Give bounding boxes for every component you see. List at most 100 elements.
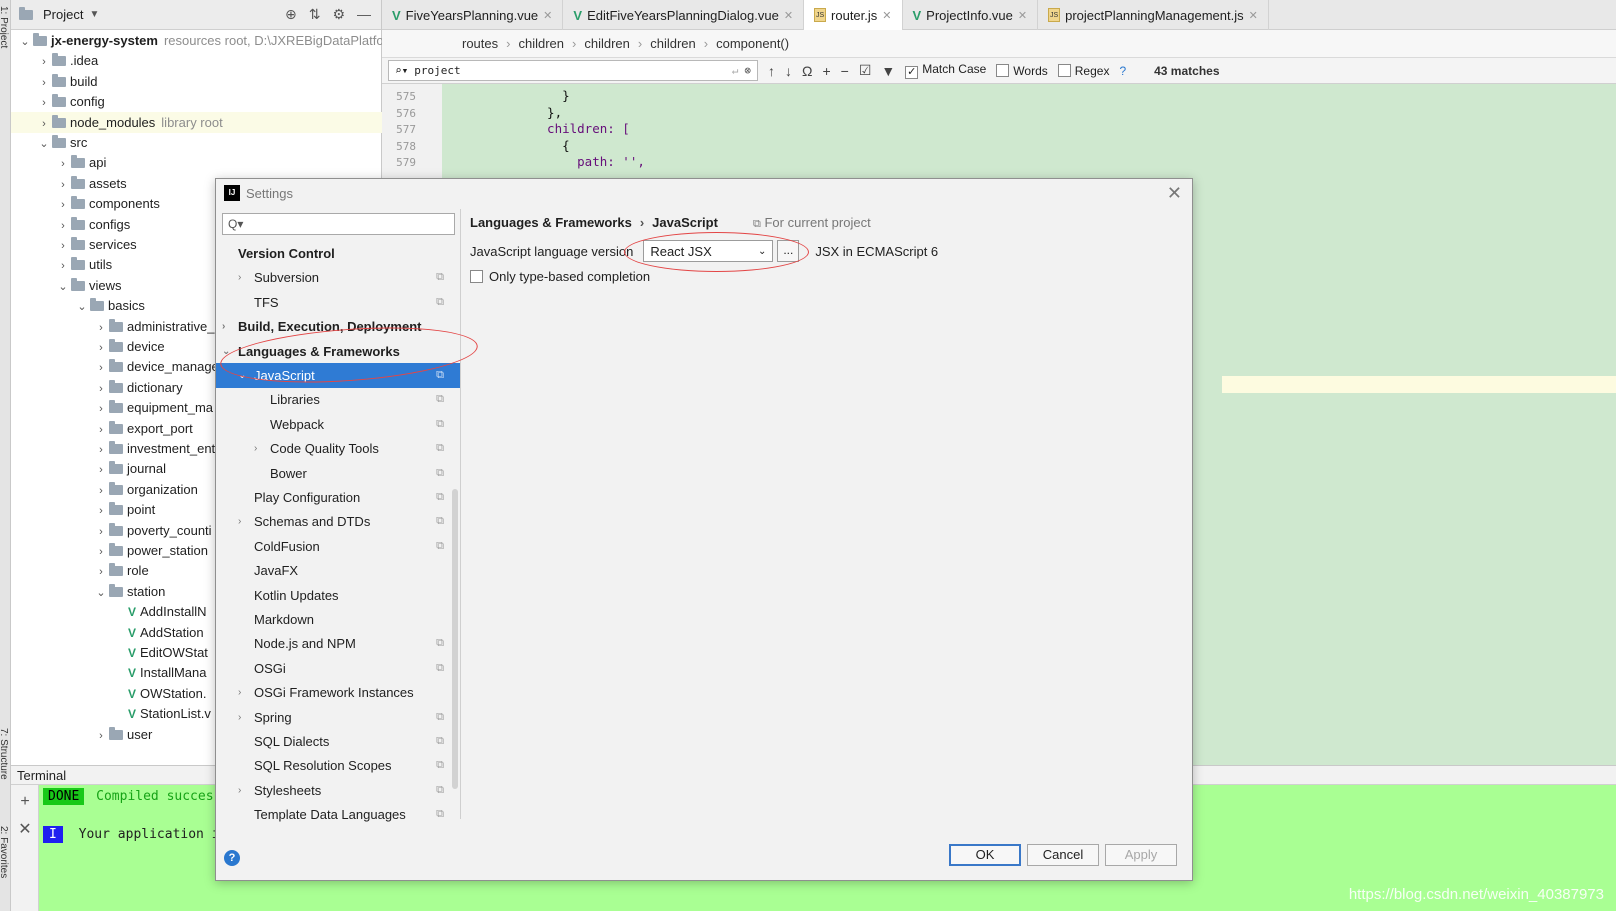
- code-line[interactable]: 578 {: [382, 137, 570, 154]
- clear-icon[interactable]: ⊗: [744, 64, 751, 77]
- code-line[interactable]: 575 }: [382, 87, 570, 104]
- previous-match-icon[interactable]: ↑: [768, 63, 775, 79]
- breadcrumb-item[interactable]: routes: [462, 36, 498, 51]
- settings-nav-item[interactable]: SQL Resolution Scopes ⧉: [216, 753, 460, 778]
- settings-nav-item[interactable]: › OSGi Framework Instances: [216, 680, 460, 705]
- language-version-select[interactable]: React JSX ⌄: [643, 240, 774, 262]
- settings-nav-item[interactable]: Bower ⧉: [216, 461, 460, 486]
- cancel-button[interactable]: Cancel: [1027, 844, 1099, 866]
- settings-nav-item[interactable]: › Build, Execution, Deployment: [216, 314, 460, 339]
- chevron-down-icon[interactable]: ⌄: [238, 363, 246, 388]
- add-selection-icon[interactable]: +: [822, 63, 830, 79]
- tree-item[interactable]: › config: [11, 91, 382, 112]
- chevron-right-icon[interactable]: ›: [238, 705, 241, 730]
- words-option[interactable]: Words: [996, 63, 1048, 78]
- breadcrumb-item[interactable]: children: [584, 36, 630, 51]
- chevron-right-icon[interactable]: ›: [93, 726, 109, 747]
- settings-nav-item[interactable]: Play Configuration ⧉: [216, 485, 460, 510]
- close-tab-icon[interactable]: ✕: [784, 9, 793, 22]
- settings-nav-item[interactable]: Webpack ⧉: [216, 412, 460, 437]
- close-icon[interactable]: ✕: [1167, 183, 1182, 204]
- settings-nav-item[interactable]: › Stylesheets ⧉: [216, 778, 460, 803]
- nav-scrollbar[interactable]: [452, 489, 458, 789]
- editor-tab[interactable]: V ProjectInfo.vue ✕: [903, 0, 1039, 30]
- match-case-checkbox[interactable]: ✓: [905, 66, 919, 79]
- regex-option[interactable]: Regex: [1057, 63, 1109, 78]
- remove-selection-icon[interactable]: −: [841, 63, 849, 79]
- more-options-button[interactable]: ...: [777, 240, 800, 262]
- settings-nav-item[interactable]: JavaFX: [216, 558, 460, 583]
- project-tool-label[interactable]: 1: Project: [0, 6, 9, 48]
- match-case-option[interactable]: ✓ Match Case: [905, 62, 986, 79]
- settings-nav-item[interactable]: TFS ⧉: [216, 290, 460, 315]
- select-all-icon[interactable]: ☑: [859, 62, 872, 79]
- filter-icon[interactable]: ▼: [881, 63, 895, 79]
- tree-item[interactable]: › api: [11, 152, 382, 173]
- settings-nav-item[interactable]: › Spring ⧉: [216, 705, 460, 730]
- tree-item[interactable]: › build: [11, 71, 382, 92]
- settings-nav-item[interactable]: Markdown: [216, 607, 460, 632]
- chevron-down-icon[interactable]: ⌄: [222, 339, 230, 364]
- tree-item[interactable]: › node_modules library root: [11, 111, 382, 133]
- next-match-icon[interactable]: ↓: [785, 63, 792, 79]
- favorites-tool-label[interactable]: 2: Favorites: [0, 826, 9, 878]
- close-tab-icon[interactable]: ✕: [882, 9, 891, 22]
- chevron-right-icon[interactable]: ›: [238, 265, 241, 290]
- tree-item[interactable]: › .idea: [11, 50, 382, 71]
- code-line[interactable]: 577 children: [: [382, 120, 630, 137]
- locate-icon[interactable]: ⊕: [285, 6, 297, 23]
- close-tab-icon[interactable]: ✕: [1018, 9, 1027, 22]
- structure-tool-label[interactable]: 7: Structure: [0, 728, 9, 780]
- regex-checkbox[interactable]: [1057, 63, 1071, 77]
- editor-tab[interactable]: JS projectPlanningManagement.js ✕: [1038, 0, 1269, 30]
- chevron-down-icon[interactable]: ▼: [89, 9, 99, 20]
- search-icon[interactable]: ⌕▾: [395, 64, 408, 77]
- chevron-right-icon[interactable]: ›: [238, 680, 241, 705]
- code-line[interactable]: 579 path: '',: [382, 153, 645, 170]
- apply-button[interactable]: Apply: [1105, 844, 1177, 866]
- find-all-icon[interactable]: Ω: [802, 63, 812, 79]
- settings-nav-item[interactable]: ColdFusion ⧉: [216, 534, 460, 559]
- chevron-right-icon[interactable]: ›: [254, 436, 257, 461]
- breadcrumb-item[interactable]: children: [650, 36, 696, 51]
- find-input[interactable]: ⌕▾ project ↵ ⊗: [388, 60, 758, 81]
- settings-nav-item[interactable]: › Code Quality Tools ⧉: [216, 436, 460, 461]
- editor-tab[interactable]: V FiveYearsPlanning.vue ✕: [382, 0, 564, 30]
- settings-nav-item[interactable]: Node.js and NPM ⧉: [216, 631, 460, 656]
- type-based-completion-option[interactable]: Only type-based completion: [470, 269, 650, 284]
- breadcrumb-item[interactable]: component(): [716, 36, 789, 51]
- minimize-icon[interactable]: —: [357, 6, 371, 23]
- project-view-selector[interactable]: Project: [43, 7, 83, 22]
- collapse-icon[interactable]: ⇅: [309, 6, 321, 23]
- settings-nav-item[interactable]: Kotlin Updates: [216, 583, 460, 608]
- chevron-right-icon[interactable]: ›: [238, 778, 241, 803]
- ok-button[interactable]: OK: [949, 844, 1021, 866]
- editor-tab[interactable]: JS router.js ✕: [804, 0, 903, 30]
- settings-nav-item[interactable]: ⌄ Languages & Frameworks: [216, 339, 460, 364]
- find-query[interactable]: project: [414, 64, 726, 77]
- settings-nav-item[interactable]: ⌄ JavaScript ⧉: [216, 363, 460, 388]
- tree-item[interactable]: ⌄ src: [11, 132, 382, 153]
- settings-nav-item[interactable]: SQL Dialects ⧉: [216, 729, 460, 754]
- new-terminal-icon[interactable]: +: [11, 793, 39, 811]
- settings-nav-item[interactable]: › Subversion ⧉: [216, 265, 460, 290]
- help-button[interactable]: ?: [224, 850, 240, 866]
- editor-tab[interactable]: V EditFiveYearsPlanningDialog.vue ✕: [563, 0, 805, 30]
- words-checkbox[interactable]: [996, 63, 1010, 77]
- settings-nav-item[interactable]: › Schemas and DTDs ⧉: [216, 509, 460, 534]
- regex-help-link[interactable]: ?: [1119, 64, 1126, 78]
- settings-nav-item[interactable]: Libraries ⧉: [216, 387, 460, 412]
- tree-item[interactable]: ⌄ jx-energy-system resources root, D:\JXRE…: [11, 30, 384, 51]
- breadcrumb-item[interactable]: children: [518, 36, 564, 51]
- close-icon[interactable]: ✕: [11, 819, 39, 839]
- chevron-right-icon[interactable]: ›: [238, 509, 241, 534]
- close-tab-icon[interactable]: ✕: [543, 9, 552, 22]
- chevron-right-icon[interactable]: ›: [222, 314, 225, 339]
- type-based-checkbox[interactable]: [470, 270, 483, 283]
- gear-icon[interactable]: ⚙: [332, 6, 345, 23]
- settings-nav-item[interactable]: Version Control: [216, 241, 460, 266]
- settings-nav-item[interactable]: OSGi ⧉: [216, 656, 460, 681]
- close-tab-icon[interactable]: ✕: [1249, 9, 1258, 22]
- settings-search-input[interactable]: Q▾: [222, 213, 455, 235]
- code-line[interactable]: 576 },: [382, 104, 562, 121]
